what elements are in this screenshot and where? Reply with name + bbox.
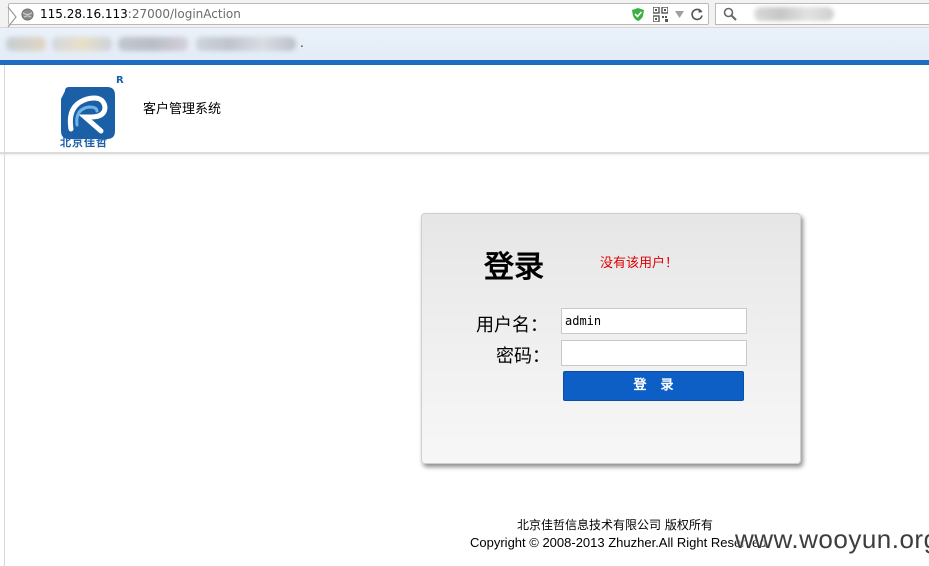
username-label: 用户名： [476, 315, 548, 336]
login-button[interactable]: 登录 [563, 371, 744, 401]
blurred-bookmark [6, 37, 46, 51]
password-label: 密码： [496, 346, 550, 367]
globe-icon [21, 8, 34, 21]
browser-toolbar: 115.28.16.113:27000/loginAction [0, 0, 929, 28]
system-title: 客户管理系统 [143, 102, 222, 117]
search-blurred-text [754, 7, 834, 21]
error-message: 没有该用户！ [600, 256, 679, 271]
address-bar[interactable]: 115.28.16.113:27000/loginAction [6, 3, 709, 28]
login-heading: 登录 [484, 250, 544, 285]
left-border [4, 65, 5, 566]
search-icon[interactable] [723, 7, 737, 21]
bookmarks-dot: . [300, 36, 304, 50]
bookmarks-bar: . [0, 28, 929, 60]
blurred-bookmark [196, 37, 296, 51]
blurred-bookmark [52, 37, 112, 51]
search-box[interactable] [715, 3, 929, 25]
watermark: www.wooyun.org [735, 524, 929, 554]
url-text: 115.28.16.113:27000/loginAction [40, 7, 241, 21]
footer-company: 北京佳哲信息技术有限公司 版权所有 [517, 518, 713, 532]
login-panel: 登录 没有该用户！ 用户名： admin 密码： 登录 [421, 213, 801, 464]
password-input[interactable] [561, 340, 747, 366]
username-input[interactable]: admin [561, 308, 747, 334]
dropdown-triangle-icon[interactable] [675, 11, 684, 18]
registered-mark: R [116, 75, 124, 86]
logo-text: 北京佳哲 [60, 136, 108, 149]
footer-copyright: Copyright © 2008-2013 Zhuzher.All Right … [470, 535, 767, 550]
back-chevron-icon[interactable] [6, 6, 20, 28]
reload-icon[interactable] [690, 7, 704, 21]
shield-icon[interactable] [631, 7, 645, 22]
qr-code-icon[interactable] [653, 7, 668, 22]
blurred-bookmark [118, 37, 188, 51]
site-header: R 北京佳哲 客户管理系统 [0, 65, 929, 154]
